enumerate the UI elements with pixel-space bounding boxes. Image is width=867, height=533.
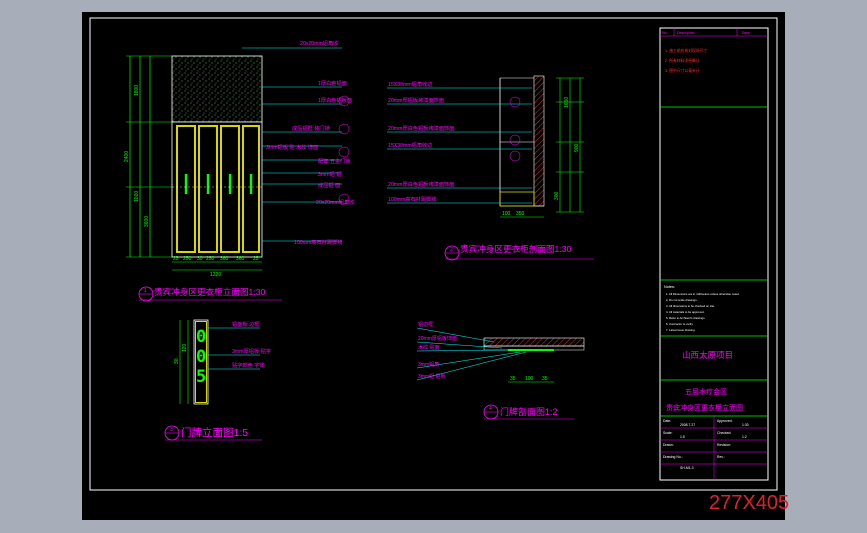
plaque-section-dim-3: 35 — [542, 376, 548, 382]
plaque-label-3: 贴字颜色 字体 — [232, 361, 265, 369]
title-block: No. Description Date 1. 施工前应核对现场尺寸 2. 所有… — [659, 27, 769, 481]
tb-field-4-label: Checked: — [717, 431, 731, 435]
section-dim-bottom-2: 350 — [516, 211, 525, 217]
elevation-dim-total: 1220 — [210, 272, 221, 278]
plaque-dim-2: 120 — [182, 343, 188, 352]
plaque-label-1: 铝面板 边框 — [232, 320, 259, 328]
elevation-label-10: 100mm高石材踢脚线 — [294, 238, 342, 246]
plaque-digit-3: 5 — [196, 367, 206, 387]
watermark-text: 277X405 — [709, 492, 790, 514]
tb-note-6: 6. Contractor to verify. — [666, 322, 694, 326]
tb-note-5: 5. Refer to Architect's drawings. — [666, 316, 705, 320]
plaque-section-hatch — [483, 337, 585, 347]
elevation-label-5: 3mm铝板 贴 木纹 饰面 — [266, 143, 318, 151]
section-label-6: 100mm高石材踢脚线 — [388, 195, 436, 203]
plaque-section-title: 门牌剖面图1:2 — [500, 406, 558, 417]
elevation-dim-left-2: 2400 — [124, 151, 130, 162]
elevation-title: 贵宾冲身区更衣柜立面图1:30 — [154, 286, 265, 297]
section-label-4: 15X30mm铝角收边 — [388, 141, 433, 149]
tb-field-4-value: 1:2 — [742, 435, 747, 439]
tb-note-3: 3. All dimensions to be checked on site. — [666, 304, 715, 308]
section-label-5: 20mm厚白色铝板烤漆面饰面 — [388, 180, 454, 188]
section-dim-bottom-1: 100 — [502, 211, 511, 217]
plaque-section-label-1: 铝边框 — [418, 321, 433, 328]
elevation-dim-bottom-6: 360 — [236, 256, 245, 262]
plaque-dim-1: 30 — [174, 358, 180, 364]
tb-field-8-label: Rev.: — [717, 455, 725, 459]
tb-note-2: 2. Do not scale drawings. — [666, 298, 698, 302]
tb-field-5-label: Drawn: — [663, 443, 674, 447]
tb-field-1-label: Date: — [663, 419, 671, 423]
elevation-number: 1 — [144, 288, 147, 294]
elevation-dim-bottom-3: 30 — [197, 256, 203, 262]
tb-project: 山西太原项目 — [682, 350, 733, 360]
tb-header-no: No. — [662, 31, 667, 35]
plaque-section-drawing: 铝边框 20mm厚铝板饰面 木纹 贴面 3mm铝角 3mm铝 铝板 35 100… — [416, 321, 585, 420]
tb-note-1: 1. All Dimensions are in millimetres unl… — [666, 292, 740, 296]
elevation-dim-bottom-5: 360 — [220, 256, 229, 262]
plaque-section-label-2: 20mm厚铝板饰面 — [418, 335, 457, 342]
section-label-1: 15X30mm铝角收边 — [388, 80, 433, 88]
section-wall-hatch — [533, 75, 545, 207]
plaque-section-label-5: 3mm铝 铝板 — [418, 373, 446, 380]
elevation-drawing: 1800 2400 1020 3600 25 250 30 250 360 36… — [124, 39, 354, 302]
elevation-top-panel — [171, 55, 263, 123]
elevation-label-8: 成品铝 面 — [318, 181, 340, 189]
plaque-digit-1: 0 — [196, 327, 206, 347]
cad-drawing: 1800 2400 1020 3600 25 250 30 250 360 36… — [89, 17, 778, 491]
tb-red-note-1: 1. 施工前应核对现场尺寸 — [665, 48, 707, 53]
plaque-digit-2: 0 — [196, 347, 206, 367]
plaque-section-dim-1: 35 — [510, 376, 516, 382]
tb-notes-heading: Notes: — [664, 285, 675, 289]
elevation-label-1: 20x20mm铝角收 — [300, 39, 338, 47]
tb-note-4: 4. All materials to be approved. — [666, 310, 705, 314]
tb-note-7: 7. Latest issue drawing. — [666, 328, 696, 332]
elevation-label-7: 3mm铝 铝 — [318, 170, 341, 178]
tb-field-2-value: 1:30 — [742, 423, 749, 427]
tb-field-7-value: SH-M1-3 — [680, 466, 694, 470]
section-dim-right-1: 1650 — [564, 97, 570, 108]
drawing-sheet: 1800 2400 1020 3600 25 250 30 250 360 36… — [82, 12, 785, 520]
tb-header-description: Description — [677, 31, 695, 35]
section-label-2: 20mm厚铝板烤漆面饰面 — [388, 96, 444, 104]
elevation-dim-bottom-2: 250 — [183, 256, 192, 262]
elevation-dim-bottom-1: 25 — [173, 256, 179, 262]
tb-drawing-title: 贵宾冲身区更衣柜立面图 — [666, 403, 743, 412]
elevation-dim-bottom-4: 250 — [206, 256, 215, 262]
elevation-label-6: 配套 五金门锁 — [318, 157, 351, 165]
tb-field-6-label: Revision: — [717, 443, 731, 447]
section-number: 2 — [450, 247, 453, 253]
plaque-section-number: 4 — [489, 406, 492, 412]
elevation-label-2: 1厚白色铝面 — [318, 79, 347, 87]
section-title: 贵宾冲身区更衣柜剖面图1:30 — [460, 243, 571, 254]
plaque-elevation-drawing: 30 120 0 0 5 铝面板 边框 3mm厚铝板 贴字 贴字颜色 字体 3 … — [164, 319, 271, 441]
section-label-3: 20mm厚白色铝板烤漆面饰面 — [388, 124, 454, 132]
elevation-dim-left-4: 3600 — [144, 216, 150, 227]
plaque-section-label-3: 木纹 贴面 — [418, 344, 439, 351]
section-dim-right-3: 300 — [554, 191, 560, 200]
plaque-elevation-title: 门牌立面图1:5 — [181, 426, 248, 439]
tb-field-2-label: Approved: — [717, 419, 733, 423]
tb-area: 五层水疗会区 — [685, 387, 727, 396]
section-dim-right-2: 900 — [574, 143, 580, 152]
elevation-dim-left-3: 1020 — [134, 191, 140, 202]
elevation-dim-bottom-7: 25 — [253, 256, 259, 262]
plaque-label-2: 3mm厚铝板 贴字 — [232, 347, 271, 355]
section-drawing: 15X30mm铝角收边 20mm厚铝板烤漆面饰面 20mm厚白色铝板烤漆面饰面 … — [387, 75, 594, 261]
tb-field-3-label: Scale: — [663, 431, 672, 435]
elevation-label-3: 1厚白色铝板面 — [318, 96, 352, 104]
tb-header-date: Date — [742, 31, 749, 35]
tb-red-note-2: 2. 所有材料须经确认 — [665, 58, 700, 63]
elevation-label-9: 20x20mm铝角收 — [316, 198, 354, 206]
tb-field-3-value: 1:5 — [680, 435, 685, 439]
tb-red-note-3: 3. 图中尺寸以毫米计 — [665, 68, 700, 73]
plaque-elevation-number: 3 — [170, 427, 173, 433]
tb-field-7-label: Drawing No.: — [663, 455, 683, 459]
elevation-dim-left-1: 1800 — [134, 85, 140, 96]
elevation-label-4: 成品铝框 装门锁 — [292, 124, 330, 132]
plaque-section-label-4: 3mm铝角 — [418, 361, 439, 368]
tb-field-1-value: 2008.7.27 — [680, 423, 695, 427]
plaque-section-dim-2: 100 — [525, 376, 534, 382]
